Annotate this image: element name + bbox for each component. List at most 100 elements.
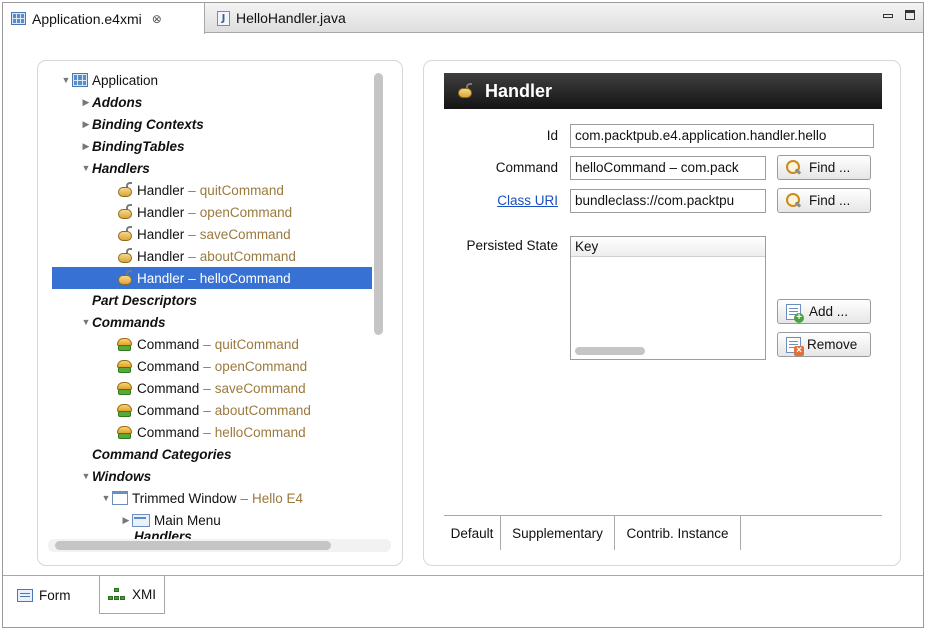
expander-open-icon[interactable]: ▼ bbox=[80, 163, 92, 173]
class-uri-field[interactable]: bundleclass://com.packtpu bbox=[570, 189, 766, 213]
xmi-file-icon bbox=[11, 12, 26, 25]
persisted-state-label: Persisted State bbox=[466, 238, 558, 253]
tree-item-main-menu[interactable]: ▶ Main Menu bbox=[120, 509, 221, 531]
java-file-icon: J bbox=[217, 10, 230, 26]
table-column-key[interactable]: Key bbox=[571, 237, 765, 257]
handler-detail-panel: Handler Id com.packtpub.e4.application.h… bbox=[423, 60, 901, 566]
tab-default[interactable]: Default bbox=[444, 516, 501, 550]
handler-icon bbox=[116, 270, 134, 286]
tree-item-label: Command bbox=[137, 402, 200, 418]
editor-tab-strip: Application.e4xmi ⊗ J HelloHandler.java bbox=[3, 3, 923, 34]
tree-item-detail: quitCommand bbox=[199, 182, 284, 198]
id-label: Id bbox=[546, 128, 558, 143]
search-icon bbox=[786, 193, 801, 208]
page-tab-label: XMI bbox=[131, 587, 156, 602]
command-field[interactable]: helloCommand – com.pack bbox=[570, 156, 766, 180]
tree-item-command[interactable]: Command – helloCommand bbox=[116, 421, 306, 443]
tree-item-handler[interactable]: Handler – openCommand bbox=[116, 201, 292, 223]
tree-item-label: Handler bbox=[137, 248, 185, 264]
id-field[interactable]: com.packtpub.e4.application.handler.hell… bbox=[570, 124, 874, 148]
close-tab-icon[interactable]: ⊗ bbox=[152, 12, 162, 26]
command-icon bbox=[116, 424, 134, 440]
tree-item-part-descriptors[interactable]: Part Descriptors bbox=[92, 289, 197, 311]
tab-label: Application.e4xmi bbox=[32, 10, 142, 27]
class-uri-link[interactable]: Class URI bbox=[497, 193, 558, 208]
tree-item-label: Binding Contexts bbox=[92, 116, 204, 132]
maximize-icon[interactable] bbox=[905, 10, 915, 20]
expander-open-icon[interactable]: ▼ bbox=[100, 493, 112, 503]
minimize-icon[interactable] bbox=[883, 14, 893, 18]
tree-item-label: Addons bbox=[92, 94, 143, 110]
tree-item-separator: – bbox=[188, 204, 196, 220]
model-tree-panel: ▼ Application ▶ Addons ▶ Binding Context… bbox=[37, 60, 403, 566]
command-icon bbox=[116, 402, 134, 418]
tree-item-label: Handlers bbox=[134, 529, 192, 539]
tree-item-handlers[interactable]: ▼ Handlers bbox=[80, 157, 150, 179]
tree-item-handler[interactable]: Handler – saveCommand bbox=[116, 223, 291, 245]
tree-item-application[interactable]: ▼ Application bbox=[60, 69, 159, 91]
tree-item-binding-tables[interactable]: ▶ BindingTables bbox=[80, 135, 185, 157]
detail-header: Handler bbox=[444, 73, 882, 109]
page-tab-form[interactable]: Form bbox=[9, 576, 99, 614]
button-label: Find ... bbox=[809, 193, 851, 208]
add-button[interactable]: Add ... bbox=[777, 299, 871, 324]
tree-item-label: Handler bbox=[137, 270, 185, 286]
remove-entry-icon bbox=[786, 336, 804, 356]
tree-item-command[interactable]: Command – saveCommand bbox=[116, 377, 306, 399]
tree-item-label: Part Descriptors bbox=[92, 292, 198, 308]
tree-item-command-categories[interactable]: Command Categories bbox=[92, 443, 232, 465]
tree-item-binding-contexts[interactable]: ▶ Binding Contexts bbox=[80, 113, 204, 135]
tree-horizontal-scrollbar[interactable] bbox=[55, 541, 331, 550]
find-class-button[interactable]: Find ... bbox=[777, 188, 871, 213]
tree-item-commands[interactable]: ▼ Commands bbox=[80, 311, 166, 333]
tree-item-window-handlers[interactable]: Handlers bbox=[134, 529, 192, 539]
tree-item-label: Handler bbox=[137, 204, 185, 220]
persisted-state-table[interactable]: Key bbox=[570, 236, 766, 360]
remove-button[interactable]: Remove bbox=[777, 332, 871, 357]
tree-item-separator: – bbox=[188, 182, 196, 198]
tab-contrib-instance[interactable]: Contrib. Instance bbox=[615, 516, 741, 550]
xmi-tree-icon bbox=[108, 587, 126, 602]
tree-item-label: Command bbox=[137, 358, 200, 374]
detail-title: Handler bbox=[485, 80, 553, 101]
tree-item-separator: – bbox=[188, 226, 196, 242]
tree-item-addons[interactable]: ▶ Addons bbox=[80, 91, 143, 113]
tree-vertical-scrollbar[interactable] bbox=[374, 73, 383, 335]
tree-item-detail: aboutCommand bbox=[199, 248, 296, 264]
expander-closed-icon[interactable]: ▶ bbox=[80, 97, 92, 108]
tree-item-separator: – bbox=[188, 270, 196, 286]
add-entry-icon bbox=[786, 303, 804, 323]
tab-supplementary[interactable]: Supplementary bbox=[501, 516, 615, 550]
tab-hellohandler-java[interactable]: J HelloHandler.java bbox=[209, 3, 379, 33]
tree-item-command[interactable]: Command – quitCommand bbox=[116, 333, 299, 355]
tree-item-command[interactable]: Command – openCommand bbox=[116, 355, 307, 377]
tree-item-handler-selected[interactable]: Handler – helloCommand bbox=[52, 267, 372, 289]
button-label: Add ... bbox=[809, 304, 849, 319]
expander-closed-icon[interactable]: ▶ bbox=[80, 119, 92, 130]
tree-item-detail: Hello E4 bbox=[252, 490, 304, 506]
find-command-button[interactable]: Find ... bbox=[777, 155, 871, 180]
expander-closed-icon[interactable]: ▶ bbox=[120, 515, 132, 526]
page-tab-xmi[interactable]: XMI bbox=[99, 576, 165, 614]
model-tree: ▼ Application ▶ Addons ▶ Binding Context… bbox=[38, 61, 402, 565]
tree-item-detail: saveCommand bbox=[199, 226, 291, 242]
expander-closed-icon[interactable]: ▶ bbox=[80, 141, 92, 152]
tree-item-separator: – bbox=[240, 490, 249, 506]
page-tab-label: Form bbox=[39, 587, 71, 603]
expander-open-icon[interactable]: ▼ bbox=[80, 471, 92, 481]
table-horizontal-scrollbar[interactable] bbox=[575, 347, 645, 355]
tree-item-handler[interactable]: Handler – aboutCommand bbox=[116, 245, 296, 267]
tree-item-label: Command Categories bbox=[92, 446, 232, 462]
tree-item-command[interactable]: Command – aboutCommand bbox=[116, 399, 311, 421]
tab-application-e4xmi[interactable]: Application.e4xmi ⊗ bbox=[3, 3, 205, 34]
window-controls bbox=[883, 9, 915, 20]
tree-item-label: Application bbox=[92, 72, 159, 88]
expander-open-icon[interactable]: ▼ bbox=[80, 317, 92, 327]
expander-open-icon[interactable]: ▼ bbox=[60, 75, 72, 85]
detail-sub-tabs: Default Supplementary Contrib. Instance bbox=[444, 515, 882, 553]
tree-item-label: BindingTables bbox=[92, 138, 185, 154]
tree-item-trimmed-window[interactable]: ▼ Trimmed Window – Hello E4 bbox=[100, 487, 304, 509]
tree-item-handler[interactable]: Handler – quitCommand bbox=[116, 179, 284, 201]
tree-item-windows[interactable]: ▼ Windows bbox=[80, 465, 152, 487]
tree-item-label: Command bbox=[137, 380, 200, 396]
